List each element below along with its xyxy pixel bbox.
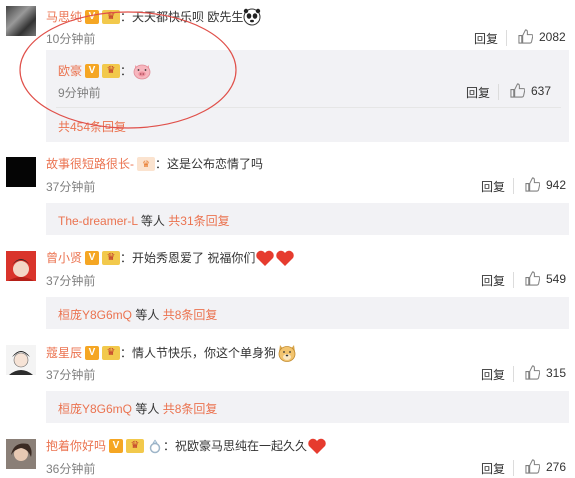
- avatar-image: [9, 351, 33, 375]
- timestamp: 37分钟前: [46, 180, 96, 194]
- reply-count-link[interactable]: 共8条回复: [163, 402, 218, 416]
- username[interactable]: 故事很短路很长-: [46, 156, 134, 172]
- reply-button[interactable]: 回复: [474, 30, 498, 47]
- panda-emoji-icon: [243, 8, 261, 26]
- vip-crown-icon: ♛: [102, 346, 121, 360]
- like-count: 549: [546, 271, 567, 286]
- thumb-up-icon: [518, 29, 533, 44]
- comment-text: ：这是公布恋情了吗: [155, 157, 264, 171]
- reply-count-link[interactable]: 共31条回复: [168, 214, 229, 228]
- like-count: 315: [546, 365, 567, 380]
- summary-text: 等人: [132, 308, 163, 322]
- like-count: 2082: [539, 29, 566, 44]
- like-count: 276: [546, 459, 567, 474]
- timestamp: 36分钟前: [46, 462, 96, 476]
- timestamp: 37分钟前: [46, 368, 96, 382]
- like-count: 637: [531, 83, 552, 98]
- divider: [498, 84, 499, 100]
- reply-button[interactable]: 回复: [481, 460, 505, 477]
- like-button[interactable]: 942: [525, 177, 566, 192]
- divider: [513, 272, 514, 288]
- comment-header: 曾小贤 V ♛ ：开始秀恩爱了 祝福你们: [46, 249, 295, 267]
- avatar[interactable]: [6, 439, 36, 469]
- reply-user-link[interactable]: The-dreamer-L: [58, 214, 138, 228]
- heart-emoji-icon: [256, 250, 275, 266]
- reply-summary: 桓庞Y8G6mQ 等人 共8条回复: [58, 400, 217, 417]
- reply-count-link[interactable]: 共8条回复: [163, 308, 218, 322]
- username[interactable]: 抱着你好吗: [46, 438, 106, 454]
- reply-button[interactable]: 回复: [481, 272, 505, 289]
- comment-text: ：情人节快乐，你这个单身狗: [120, 346, 277, 360]
- like-button[interactable]: 549: [525, 271, 566, 286]
- summary-text: 等人: [132, 402, 163, 416]
- divider: [506, 30, 507, 46]
- username[interactable]: 曾小贤: [46, 250, 82, 266]
- verified-v-icon: V: [85, 251, 100, 265]
- verified-v-icon: V: [109, 439, 124, 453]
- username[interactable]: 蔻星辰: [46, 345, 82, 361]
- verified-v-icon: V: [85, 346, 100, 360]
- avatar[interactable]: [6, 345, 36, 375]
- vip-crown-icon: ♛: [126, 439, 145, 453]
- comment-header: 蔻星辰 V ♛ ：情人节快乐，你这个单身狗: [46, 343, 298, 363]
- like-button[interactable]: 2082: [518, 29, 566, 44]
- reply-user-link[interactable]: 桓庞Y8G6mQ: [58, 308, 132, 322]
- thumb-up-icon: [525, 271, 540, 286]
- avatar[interactable]: [6, 251, 36, 281]
- avatar-image: [8, 259, 34, 281]
- reply-summary-panel[interactable]: 桓庞Y8G6mQ 等人 共8条回复: [46, 391, 569, 423]
- like-button[interactable]: 315: [525, 365, 566, 380]
- reply-summary-panel[interactable]: The-dreamer-L 等人 共31条回复: [46, 203, 569, 235]
- like-button[interactable]: 637: [510, 83, 551, 98]
- comment-text: ：开始秀恩爱了 祝福你们: [120, 251, 256, 265]
- reply-button[interactable]: 回复: [481, 178, 505, 195]
- vip-crown-icon: ♛: [137, 157, 155, 171]
- comment-header: 故事很短路很长- ♛ ：这是公布恋情了吗: [46, 156, 263, 172]
- comment-header: 抱着你好吗 V ♛ ：祝欧豪马思纯在一起久久: [46, 437, 327, 455]
- heart-emoji-icon: [276, 250, 295, 266]
- comment-text: ：祝欧豪马思纯在一起久久: [163, 439, 308, 453]
- reply-user-link[interactable]: 桓庞Y8G6mQ: [58, 402, 132, 416]
- reply-summary: 桓庞Y8G6mQ 等人 共8条回复: [58, 306, 217, 323]
- avatar-image: [11, 443, 32, 461]
- thumb-up-icon: [525, 365, 540, 380]
- timestamp: 37分钟前: [46, 274, 96, 288]
- reply-summary: The-dreamer-L 等人 共31条回复: [58, 212, 230, 229]
- reply-summary-panel[interactable]: 桓庞Y8G6mQ 等人 共8条回复: [46, 297, 569, 329]
- doge-emoji-icon: [278, 345, 296, 362]
- thumb-up-icon: [510, 83, 525, 98]
- summary-text: 等人: [137, 214, 169, 228]
- like-count: 942: [546, 177, 567, 192]
- thumb-up-icon: [525, 459, 540, 474]
- avatar[interactable]: [6, 157, 36, 187]
- divider: [513, 366, 514, 382]
- divider: [513, 178, 514, 194]
- ring-icon: [149, 439, 161, 454]
- like-button[interactable]: 276: [525, 459, 566, 474]
- reply-button[interactable]: 回复: [466, 84, 490, 101]
- annotation-circle: [19, 11, 237, 129]
- divider: [513, 460, 514, 476]
- vip-crown-icon: ♛: [102, 251, 121, 265]
- reply-button[interactable]: 回复: [481, 366, 505, 383]
- thumb-up-icon: [525, 177, 540, 192]
- heart-emoji-icon: [308, 438, 326, 454]
